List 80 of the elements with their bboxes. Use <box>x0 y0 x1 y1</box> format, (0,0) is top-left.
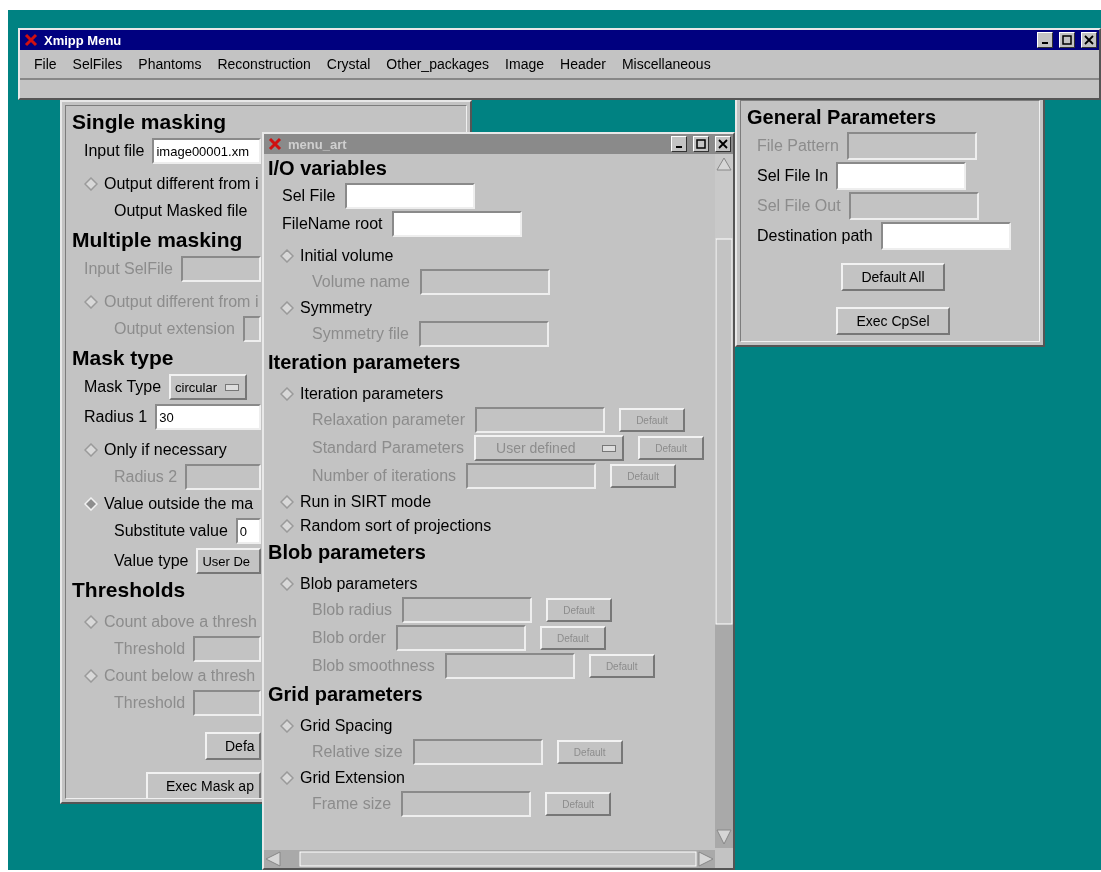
horizontal-scrollbar[interactable] <box>264 850 715 868</box>
menu-item[interactable]: Crystal <box>318 54 379 74</box>
close-button[interactable] <box>1081 32 1097 48</box>
close-icon <box>718 139 728 149</box>
radio-diamond-icon[interactable] <box>280 495 294 509</box>
field-label: Output Masked file <box>114 202 248 220</box>
exec-button[interactable]: Exec CpSel <box>836 307 950 335</box>
input-field[interactable] <box>345 183 476 209</box>
radio-diamond-icon[interactable] <box>280 301 294 315</box>
menu-item[interactable]: SelFiles <box>64 54 131 74</box>
field-label: Sel File <box>282 187 336 205</box>
radio-label[interactable]: Symmetry <box>300 299 372 317</box>
maximize-button[interactable] <box>1059 32 1075 48</box>
section-heading: I/O variables <box>268 156 388 181</box>
radio-diamond-icon[interactable] <box>280 577 294 591</box>
radio-label[interactable]: Random sort of projections <box>300 517 492 535</box>
radio-diamond-icon[interactable] <box>280 387 294 401</box>
radio-diamond-icon[interactable] <box>280 719 294 733</box>
default-all-button[interactable]: Default All <box>841 263 945 291</box>
menu-item[interactable]: Miscellaneous <box>613 54 719 74</box>
option-indicator-icon <box>602 444 617 452</box>
radio-diamond-icon[interactable] <box>84 443 98 457</box>
radio-label[interactable]: Run in SIRT mode <box>300 493 432 511</box>
section-heading: Blob parameters <box>268 540 427 565</box>
radio-diamond-icon[interactable] <box>280 771 294 785</box>
radio-diamond-icon[interactable] <box>280 249 294 263</box>
radio-label[interactable]: Blob parameters <box>300 575 418 593</box>
maximize-button[interactable] <box>693 136 709 152</box>
field-label: Radius 1 <box>84 408 148 426</box>
menu-item[interactable]: File <box>26 54 65 74</box>
menu-item[interactable]: Header <box>552 54 614 74</box>
field-label: Input file <box>84 142 145 160</box>
menu-item[interactable]: Image <box>497 54 552 74</box>
section-heading: Multiple masking <box>72 227 244 253</box>
radio-label[interactable]: Grid Spacing <box>300 717 393 735</box>
maximize-icon <box>696 139 706 149</box>
dropdown[interactable]: User De <box>196 548 261 574</box>
section-heading: Mask type <box>72 345 175 371</box>
input-field[interactable]: image00001.xm <box>152 138 261 164</box>
menu-item[interactable]: Phantoms <box>130 54 210 74</box>
radio-label[interactable]: Initial volume <box>300 247 394 265</box>
close-icon <box>1084 35 1094 45</box>
window-title: Xmipp Menu <box>44 32 123 48</box>
section-heading: Thresholds <box>72 577 187 603</box>
input-field[interactable]: 0 <box>235 518 261 544</box>
minimize-button[interactable] <box>671 136 687 152</box>
radio-label[interactable]: Only if necessary <box>104 441 227 459</box>
option-indicator-icon <box>225 383 239 391</box>
input-field[interactable] <box>836 162 967 190</box>
field-label: Sel File In <box>757 167 829 185</box>
input-field[interactable] <box>392 211 523 237</box>
radio-label[interactable]: Iteration parameters <box>300 385 444 403</box>
radio-label[interactable]: Value outside the ma <box>104 495 254 513</box>
field-label: Substitute value <box>114 522 228 540</box>
menu-item[interactable]: Reconstruction <box>209 54 319 74</box>
x-logo-icon <box>24 33 38 47</box>
radio-label[interactable]: Grid Extension <box>300 769 405 787</box>
field-label: Value type <box>114 552 189 570</box>
input-field[interactable] <box>880 222 1011 250</box>
radio-diamond-icon[interactable] <box>280 519 294 533</box>
field-label: Mask Type <box>84 378 162 396</box>
section-heading: Grid parameters <box>268 682 424 707</box>
field-label: FileName root <box>282 215 383 233</box>
minimize-button[interactable] <box>1037 32 1053 48</box>
window-title: menu_art <box>288 136 348 152</box>
section-heading: Iteration parameters <box>268 350 462 375</box>
exec-button[interactable]: Exec Mask ap <box>146 772 261 798</box>
input-field[interactable]: 30 <box>155 404 261 430</box>
vertical-scrollbar[interactable] <box>715 154 733 848</box>
close-button[interactable] <box>715 136 731 152</box>
x-logo-icon <box>268 137 282 151</box>
section-heading: General Parameters <box>747 105 937 130</box>
field-label: Destination path <box>757 227 873 245</box>
menu-item[interactable]: Other_packages <box>378 54 498 74</box>
default-button[interactable]: Defa <box>205 732 261 760</box>
section-heading: Single masking <box>72 109 228 135</box>
radio-label[interactable]: Output different from i <box>104 175 259 193</box>
maximize-icon <box>1062 35 1072 45</box>
radio-diamond-icon[interactable] <box>84 177 98 191</box>
dropdown[interactable]: circular <box>169 374 247 400</box>
